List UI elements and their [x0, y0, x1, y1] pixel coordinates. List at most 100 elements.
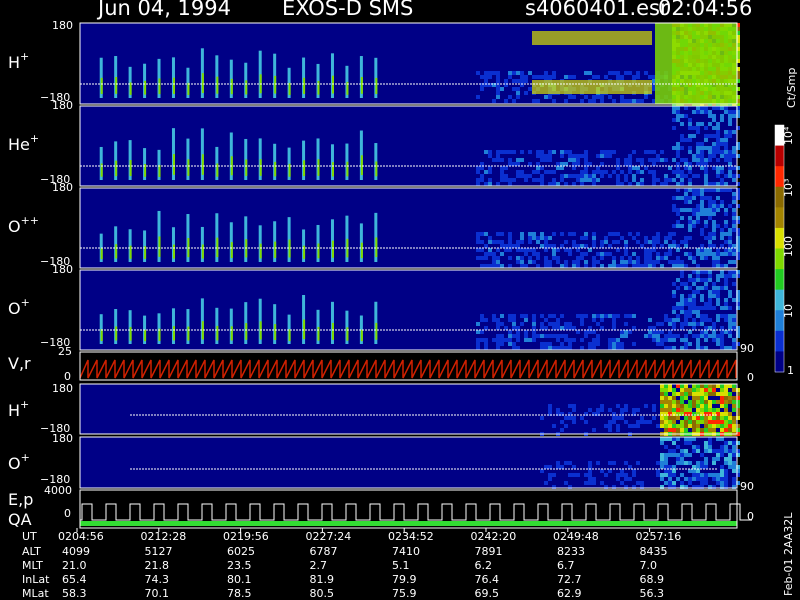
count-cell	[572, 166, 576, 170]
count-cell	[524, 91, 528, 95]
count-cell	[712, 252, 716, 256]
count-cell	[692, 208, 696, 212]
count-cell	[676, 424, 680, 428]
count-cell	[576, 314, 580, 318]
count-cell	[616, 428, 620, 432]
count-cell	[588, 71, 592, 75]
count-cell	[480, 75, 484, 79]
count-cell	[688, 420, 692, 424]
count-cell	[612, 170, 616, 174]
count-cell	[484, 232, 488, 236]
count-cell	[568, 158, 572, 162]
count-cell	[716, 170, 720, 174]
ion-streak	[274, 324, 277, 341]
count-cell	[624, 248, 628, 252]
count-cell	[576, 162, 580, 166]
count-cell	[688, 453, 692, 457]
count-cell	[636, 75, 640, 79]
count-cell	[616, 477, 620, 481]
count-cell	[728, 420, 732, 424]
count-cell	[480, 330, 484, 334]
count-cell	[732, 396, 736, 400]
ephemeris-value: 58.3	[62, 587, 87, 600]
count-cell	[728, 424, 732, 428]
count-cell	[580, 244, 584, 248]
count-cell	[580, 99, 584, 103]
count-cell	[668, 416, 672, 420]
count-cell	[616, 424, 620, 428]
count-cell	[500, 338, 504, 342]
count-cell	[720, 228, 724, 232]
count-cell	[696, 146, 700, 150]
count-cell	[692, 404, 696, 408]
y-tick: 180	[52, 99, 73, 112]
count-cell	[576, 264, 580, 268]
count-cell	[732, 248, 736, 252]
count-cell	[532, 334, 536, 338]
count-cell	[704, 236, 708, 240]
count-cell	[584, 166, 588, 170]
count-cell	[504, 150, 508, 154]
count-cell	[708, 441, 712, 445]
count-cell	[720, 170, 724, 174]
count-cell	[512, 150, 516, 154]
count-cell	[700, 286, 704, 290]
count-cell	[544, 346, 548, 350]
count-cell	[608, 461, 612, 465]
count-cell	[704, 457, 708, 461]
count-cell	[720, 388, 724, 392]
ion-streak	[216, 325, 219, 341]
count-cell	[560, 178, 564, 182]
count-cell	[624, 252, 628, 256]
count-cell	[620, 342, 624, 346]
count-cell	[708, 473, 712, 477]
count-cell	[584, 174, 588, 178]
count-cell	[704, 388, 708, 392]
count-cell	[724, 392, 728, 396]
count-cell	[688, 481, 692, 485]
count-cell	[584, 473, 588, 477]
count-cell	[600, 150, 604, 154]
count-cell	[720, 232, 724, 236]
count-cell	[708, 428, 712, 432]
count-cell	[476, 330, 480, 334]
count-cell	[688, 228, 692, 232]
count-cell	[568, 404, 572, 408]
count-cell	[504, 244, 508, 248]
count-cell	[484, 338, 488, 342]
count-cell	[656, 232, 660, 236]
count-cell	[652, 264, 656, 268]
ephemeris-value: 62.9	[557, 587, 582, 600]
count-cell	[664, 388, 668, 392]
count-cell	[524, 174, 528, 178]
count-cell	[556, 334, 560, 338]
count-cell	[524, 314, 528, 318]
count-cell	[476, 338, 480, 342]
count-cell	[632, 326, 636, 330]
count-cell	[552, 473, 556, 477]
count-cell	[488, 240, 492, 244]
count-cell	[616, 166, 620, 170]
count-cell	[564, 150, 568, 154]
count-cell	[648, 334, 652, 338]
count-cell	[712, 224, 716, 228]
ion-streak	[201, 73, 204, 94]
count-cell	[712, 256, 716, 260]
count-cell	[700, 232, 704, 236]
count-cell	[480, 166, 484, 170]
count-cell	[720, 200, 724, 204]
count-cell	[636, 158, 640, 162]
count-cell	[616, 404, 620, 408]
count-cell	[732, 228, 736, 232]
count-cell	[732, 252, 736, 256]
count-cell	[484, 79, 488, 83]
count-cell	[732, 298, 736, 302]
count-cell	[696, 408, 700, 412]
count-cell	[696, 162, 700, 166]
count-cell	[692, 298, 696, 302]
charge: +	[20, 451, 30, 464]
panel-label-ep: E,p	[8, 490, 34, 509]
count-cell	[648, 318, 652, 322]
count-cell	[620, 236, 624, 240]
count-cell	[696, 342, 700, 346]
